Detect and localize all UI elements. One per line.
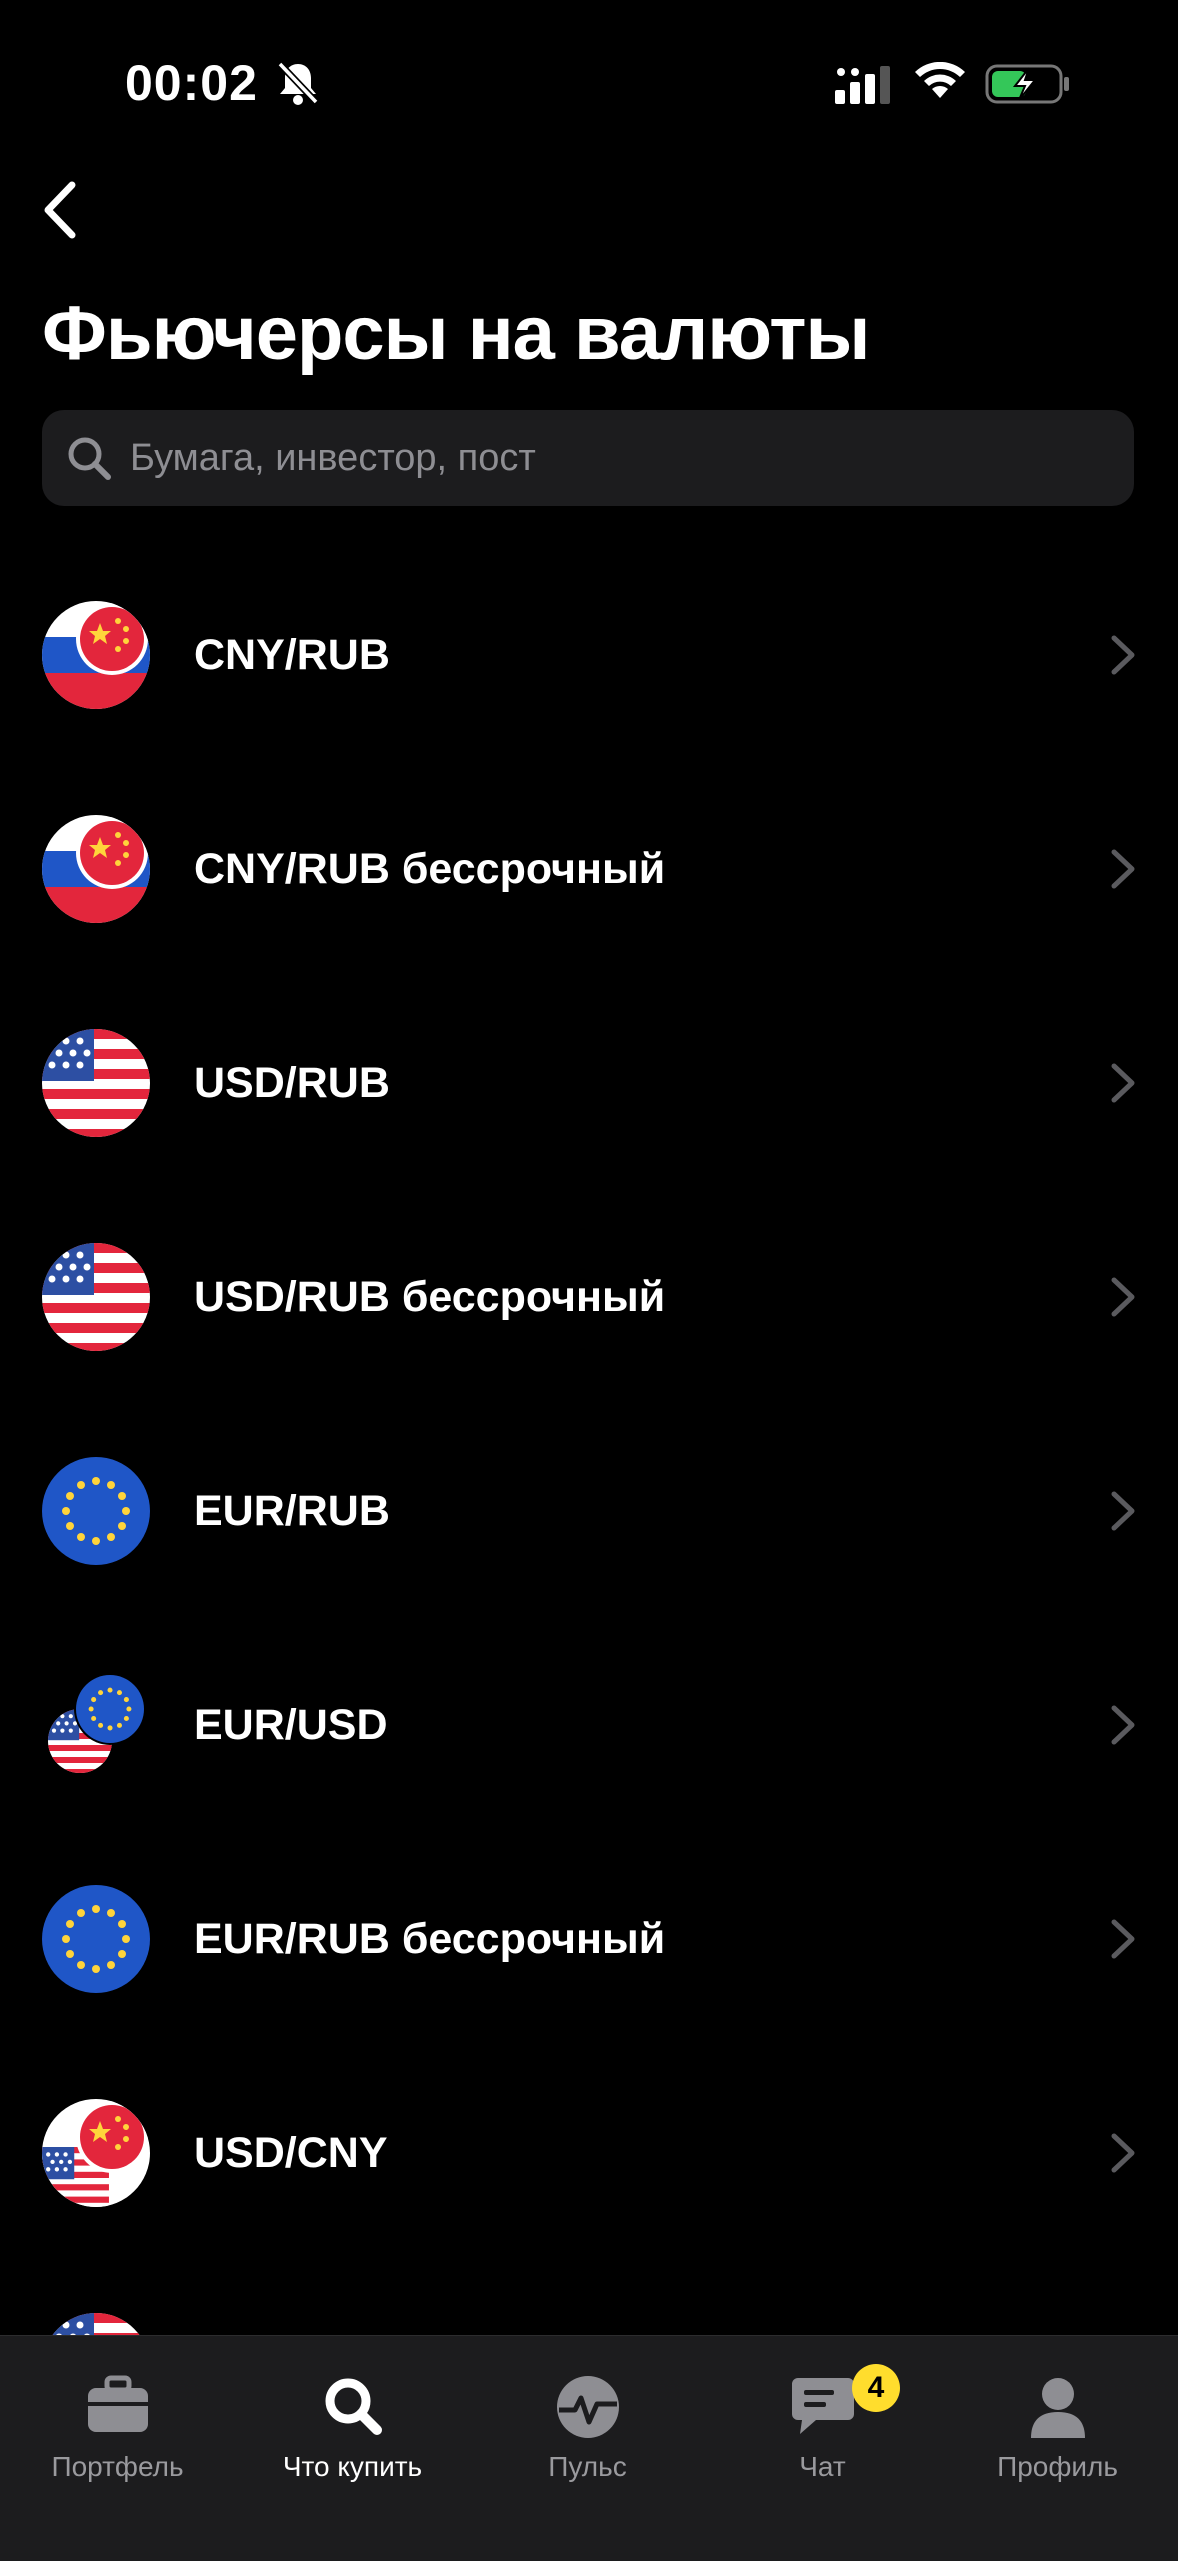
list-item-usd-rub-perpetual[interactable]: USD/RUB бессрочный xyxy=(0,1190,1178,1404)
tab-portfolio[interactable]: Портфель xyxy=(0,2356,235,2506)
eu-flag-icon xyxy=(42,1457,150,1565)
page-title: Фьючерсы на валюты xyxy=(42,291,870,376)
tab-chat[interactable]: 4 Чат xyxy=(705,2356,940,2506)
tab-what-to-buy[interactable]: Что купить xyxy=(235,2356,470,2506)
usd-cny-flag-icon xyxy=(42,2099,150,2207)
wifi-icon xyxy=(915,62,965,98)
chevron-right-icon xyxy=(1111,849,1135,889)
list-item-eur-usd[interactable]: EUR/USD xyxy=(0,1618,1178,1832)
search-icon xyxy=(325,2378,382,2435)
bottom-tab-bar: Портфель Что купить Пульс 4 Чат Профиль xyxy=(0,2335,1178,2561)
bell-muted-icon xyxy=(277,61,319,105)
status-time: 00:02 xyxy=(125,55,258,111)
futures-list: CNY/RUB CNY/RUB бессрочный USD/RUB USD/R… xyxy=(0,548,1178,2474)
eu-flag-icon xyxy=(42,1885,150,1993)
signal-icon xyxy=(835,66,890,104)
tab-label: Пульс xyxy=(548,2451,627,2482)
usa-flag-icon xyxy=(42,1243,150,1351)
list-item-eur-rub-perpetual[interactable]: EUR/RUB бессрочный xyxy=(0,1832,1178,2046)
eur-usd-flag-icon xyxy=(48,1673,146,1773)
usa-flag-icon xyxy=(42,1029,150,1137)
chevron-left-icon xyxy=(44,181,76,239)
briefcase-icon xyxy=(87,2375,148,2432)
list-item-usd-cny[interactable]: USD/CNY xyxy=(0,2046,1178,2260)
list-item-eur-rub[interactable]: EUR/RUB xyxy=(0,1404,1178,1618)
tab-label: Портфель xyxy=(51,2451,184,2482)
chevron-right-icon xyxy=(1111,1277,1135,1317)
battery-charging-icon xyxy=(985,64,1069,104)
chat-badge: 4 xyxy=(852,2364,900,2412)
tab-label: Что купить xyxy=(282,2451,423,2482)
list-item-cny-rub[interactable]: CNY/RUB xyxy=(0,548,1178,762)
tab-profile[interactable]: Профиль xyxy=(940,2356,1175,2506)
chevron-right-icon xyxy=(1111,635,1135,675)
list-item-label: USD/RUB xyxy=(194,1058,390,1107)
search-input[interactable] xyxy=(128,435,1134,481)
profile-icon xyxy=(1030,2378,1085,2438)
cny-rub-flag-icon xyxy=(42,815,150,923)
back-button[interactable] xyxy=(28,175,98,245)
search-bar[interactable] xyxy=(42,410,1134,506)
tab-label: Чат xyxy=(799,2451,846,2482)
chevron-right-icon xyxy=(1111,1491,1135,1531)
list-item-usd-rub[interactable]: USD/RUB xyxy=(0,976,1178,1190)
list-item-label: EUR/RUB бессрочный xyxy=(194,1914,666,1963)
list-item-cny-rub-perpetual[interactable]: CNY/RUB бессрочный xyxy=(0,762,1178,976)
tab-pulse[interactable]: Пульс xyxy=(470,2356,705,2506)
list-item-label: USD/RUB бессрочный xyxy=(194,1272,666,1321)
chat-icon xyxy=(791,2378,854,2434)
chevron-right-icon xyxy=(1111,1063,1135,1103)
cny-rub-flag-icon xyxy=(42,601,150,709)
search-icon xyxy=(68,437,111,480)
list-item-label: EUR/RUB xyxy=(194,1486,390,1535)
list-item-label: USD/CNY xyxy=(194,2128,388,2177)
list-item-label: CNY/RUB бессрочный xyxy=(194,844,666,893)
status-bar: 00:02 xyxy=(0,0,1178,160)
pulse-icon xyxy=(556,2376,619,2438)
chevron-right-icon xyxy=(1111,1705,1135,1745)
chevron-right-icon xyxy=(1111,1919,1135,1959)
chevron-right-icon xyxy=(1111,2133,1135,2173)
list-item-label: EUR/USD xyxy=(194,1700,388,1749)
list-item-label: CNY/RUB xyxy=(194,630,390,679)
tab-label: Профиль xyxy=(997,2451,1118,2482)
